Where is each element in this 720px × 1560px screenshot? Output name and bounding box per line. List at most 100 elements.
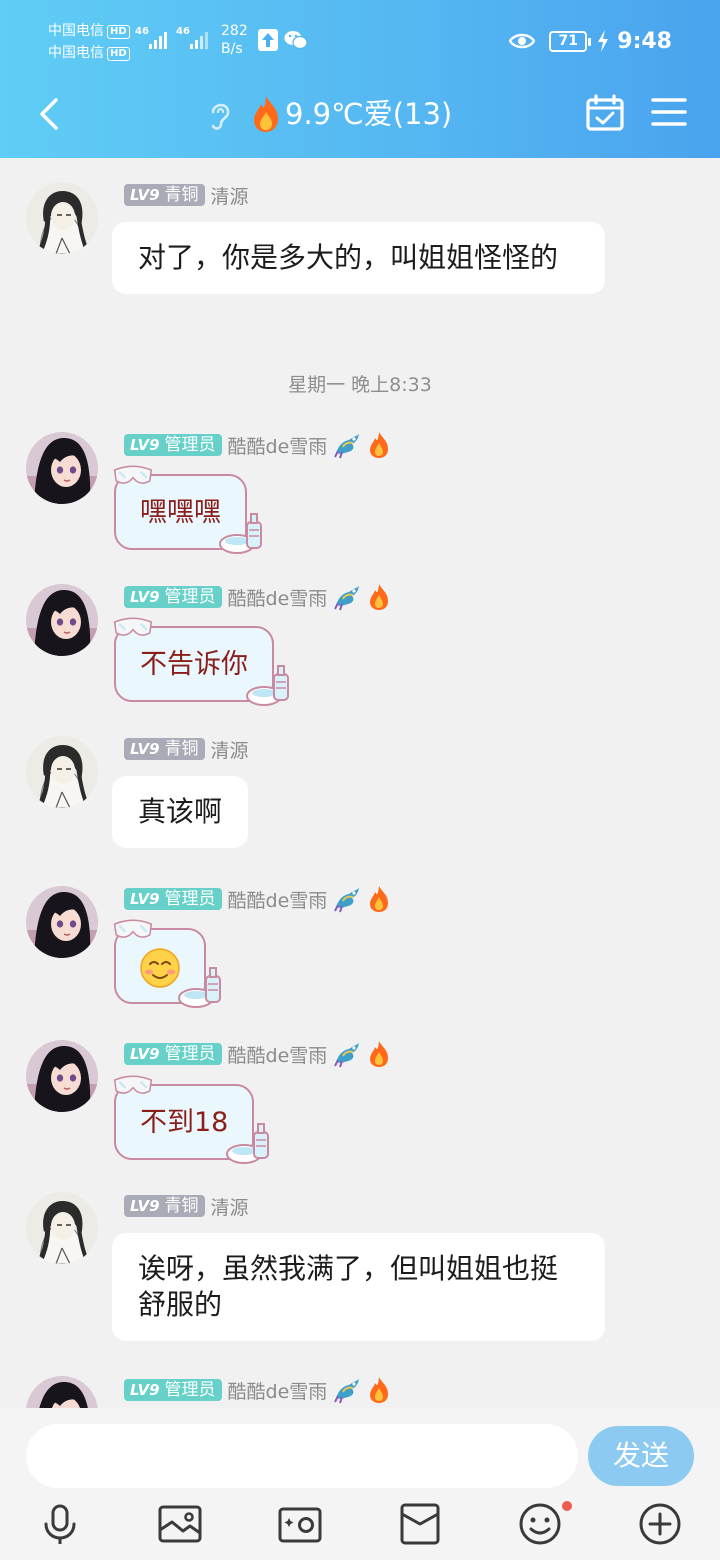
badge-text: 青铜 xyxy=(164,739,199,759)
avatar[interactable] xyxy=(26,886,98,958)
carrier-1: 中国电信 xyxy=(48,23,104,39)
badge-text: 青铜 xyxy=(164,185,199,205)
level-badge: LV9 管理员 xyxy=(124,1043,222,1065)
carrier-2: 中国电信 xyxy=(48,45,104,61)
image-icon[interactable] xyxy=(156,1500,204,1548)
badge-text: 管理员 xyxy=(164,1380,216,1400)
sender-name[interactable]: 酷酷de雪雨 xyxy=(228,1041,328,1068)
net-speed-value: 282 xyxy=(221,23,248,39)
microphone-icon[interactable] xyxy=(36,1500,84,1548)
page-title: 9.9℃爱(13) xyxy=(285,97,453,131)
menu-icon[interactable] xyxy=(651,96,687,128)
camera-icon[interactable] xyxy=(276,1500,324,1548)
status-right: 71 9:48 xyxy=(509,27,672,55)
timestamp: 星期一 晚上8:33 xyxy=(288,374,432,396)
level-text: LV9 xyxy=(130,186,160,204)
fire-icon xyxy=(367,1040,391,1068)
goggle-decoration-icon xyxy=(110,616,156,642)
badge-text: 管理员 xyxy=(164,1044,216,1064)
charging-icon xyxy=(598,30,609,52)
avatar[interactable] xyxy=(26,1040,98,1112)
carrier-info: 中国电信 HD 中国电信 HD xyxy=(48,20,130,64)
top-bar: 中国电信 HD 中国电信 HD 46 46 282 B/s 71 9:48 9.… xyxy=(0,0,720,158)
message-bubble[interactable]: 真该啊 xyxy=(112,776,249,848)
ear-icon[interactable] xyxy=(205,98,235,132)
message-bubble[interactable]: 不告诉你 xyxy=(114,626,274,702)
level-text: LV9 xyxy=(130,588,160,606)
notification-dot xyxy=(562,1501,572,1511)
sender-name[interactable]: 清源 xyxy=(211,182,249,209)
level-badge: LV9 管理员 xyxy=(124,888,222,910)
message-text: 不到18 xyxy=(140,1107,229,1138)
level-text: LV9 xyxy=(130,436,160,454)
dragon-icon xyxy=(333,583,361,611)
send-button[interactable]: 发送 xyxy=(588,1426,694,1486)
back-icon[interactable] xyxy=(32,92,68,136)
sender-name[interactable]: 酷酷de雪雨 xyxy=(228,886,328,913)
emoji-icon[interactable] xyxy=(516,1500,564,1548)
fire-icon xyxy=(367,583,391,611)
level-text: LV9 xyxy=(130,1381,160,1399)
red-packet-icon[interactable] xyxy=(396,1500,444,1548)
avatar[interactable] xyxy=(26,584,98,656)
sender-name[interactable]: 酷酷de雪雨 xyxy=(228,1377,328,1404)
level-text: LV9 xyxy=(130,1197,160,1215)
message-bubble[interactable]: 嘿嘿嘿 xyxy=(114,474,247,550)
net-speed-unit: B/s xyxy=(221,41,243,57)
message-text: 不告诉你 xyxy=(140,649,248,680)
sender-line: LV9 管理员 酷酷de雪雨 xyxy=(124,1378,391,1402)
badge-text: 管理员 xyxy=(164,889,216,909)
plus-icon[interactable] xyxy=(636,1500,684,1548)
message-input[interactable] xyxy=(26,1424,578,1488)
bottle-decoration-icon xyxy=(219,510,265,556)
input-bar: 发送 xyxy=(0,1408,720,1560)
sender-name[interactable]: 酷酷de雪雨 xyxy=(228,584,328,611)
chat-list[interactable]: LV9 青铜 清源 对了，你是多大的，叫姐姐怪怪的 星期一 晚上8:33 LV9 管… xyxy=(0,158,720,1408)
sender-line: LV9 管理员 酷酷de雪雨 xyxy=(124,433,391,457)
level-text: LV9 xyxy=(130,1045,160,1063)
avatar[interactable] xyxy=(26,432,98,504)
message-bubble[interactable]: 不到18 xyxy=(114,1084,254,1160)
message-text: 嘿嘿嘿 xyxy=(140,497,221,528)
avatar[interactable] xyxy=(26,1376,98,1408)
dragon-icon xyxy=(333,431,361,459)
avatar[interactable] xyxy=(26,182,98,254)
badge-text: 管理员 xyxy=(164,587,216,607)
avatar[interactable] xyxy=(26,1192,98,1264)
sender-name[interactable]: 清源 xyxy=(211,736,249,763)
smile-emoji-icon xyxy=(140,948,180,988)
fire-icon xyxy=(367,431,391,459)
bottle-decoration-icon xyxy=(226,1120,272,1166)
level-badge: LV9 青铜 xyxy=(124,184,205,206)
upload-arrow-icon xyxy=(258,29,278,51)
calendar-check-icon[interactable] xyxy=(585,94,625,132)
level-badge: LV9 管理员 xyxy=(124,1379,222,1401)
badge-text: 管理员 xyxy=(164,435,216,455)
hd-badge: HD xyxy=(107,25,130,39)
message-bubble[interactable]: 诶呀，虽然我满了，但叫姐姐也挺舒服的 xyxy=(112,1233,605,1341)
sender-line: LV9 青铜 清源 xyxy=(124,182,249,209)
sender-name[interactable]: 酷酷de雪雨 xyxy=(228,432,328,459)
status-bar: 中国电信 HD 中国电信 HD 46 46 282 B/s 71 9:48 xyxy=(0,0,720,80)
sender-name[interactable]: 清源 xyxy=(211,1193,249,1220)
level-badge: LV9 管理员 xyxy=(124,434,222,456)
level-text: LV9 xyxy=(130,740,160,758)
level-badge: LV9 管理员 xyxy=(124,586,222,608)
fire-icon xyxy=(254,96,278,132)
bottle-decoration-icon xyxy=(178,964,224,1010)
goggle-decoration-icon xyxy=(110,1074,156,1100)
level-text: LV9 xyxy=(130,890,160,908)
clock: 9:48 xyxy=(617,28,672,54)
avatar[interactable] xyxy=(26,736,98,808)
nav-bar: 9.9℃爱(13) xyxy=(0,80,720,158)
message-bubble[interactable]: 对了，你是多大的，叫姐姐怪怪的 xyxy=(112,222,605,294)
sender-line: LV9 管理员 酷酷de雪雨 xyxy=(124,1042,391,1066)
eye-icon xyxy=(509,33,536,49)
sender-line: LV9 管理员 酷酷de雪雨 xyxy=(124,887,391,911)
message-bubble[interactable] xyxy=(114,928,206,1004)
dragon-icon xyxy=(333,1040,361,1068)
badge-text: 青铜 xyxy=(164,1196,199,1216)
level-badge: LV9 青铜 xyxy=(124,1195,205,1217)
wechat-icon xyxy=(284,31,308,50)
sender-line: LV9 青铜 清源 xyxy=(124,736,249,763)
